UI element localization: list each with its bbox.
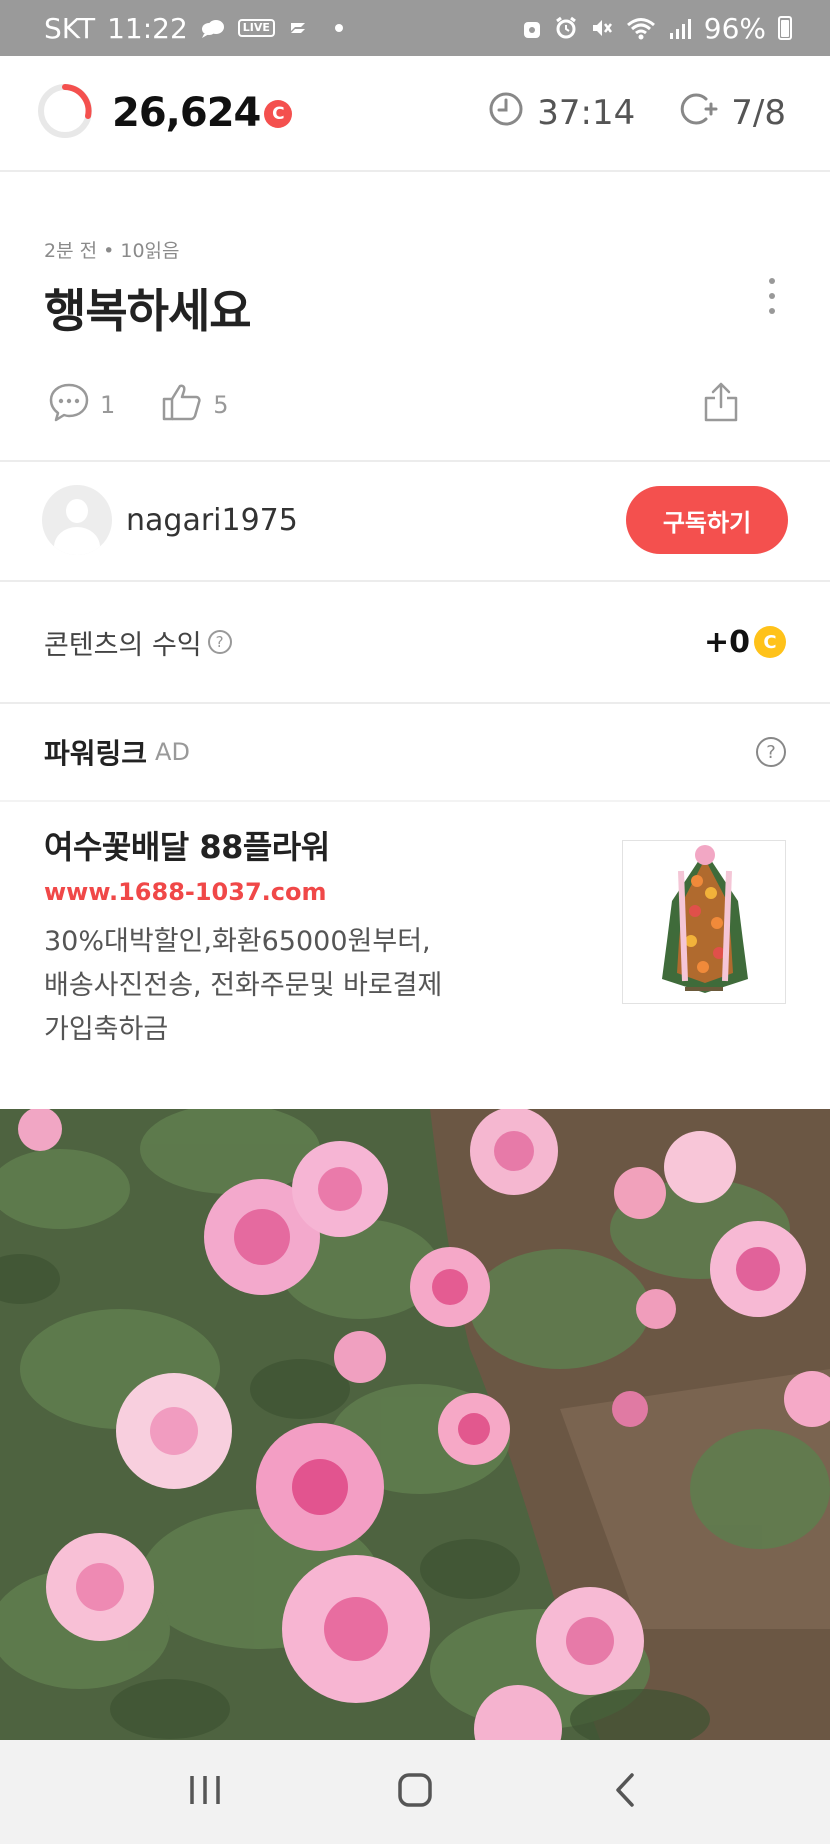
- progress-ring-icon: [36, 82, 94, 144]
- post-photo[interactable]: [0, 1109, 830, 1740]
- post-actions: 1 5: [48, 380, 786, 430]
- timer-item: 37:14: [487, 90, 635, 137]
- topbar-stats: 37:14 7/8: [487, 90, 786, 137]
- comment-count: 1: [100, 391, 116, 419]
- ad-item[interactable]: 여수꽃배달 88플라워 www.1688-1037.com 30%대박할인,화환…: [44, 822, 786, 1062]
- notification-dot: [334, 24, 343, 32]
- like-button[interactable]: 5: [161, 382, 229, 428]
- points-value: 26,624: [112, 90, 261, 136]
- author-name[interactable]: nagari1975: [126, 503, 298, 538]
- help-icon[interactable]: ?: [756, 737, 786, 767]
- divider: [0, 702, 830, 704]
- clock-icon: [487, 90, 525, 137]
- recent-apps-icon: [188, 1774, 222, 1810]
- avatar[interactable]: [42, 485, 112, 555]
- coin-plus-icon: [679, 90, 719, 137]
- mute-icon: [590, 16, 614, 40]
- earnings-value: +0: [703, 624, 750, 660]
- status-time: 11:22: [107, 11, 188, 45]
- powerlink-header: 파워링크 AD ?: [44, 730, 786, 774]
- recent-apps-button[interactable]: [165, 1762, 245, 1822]
- earnings-row: 콘텐츠의 수익 ? +0 C: [44, 620, 786, 664]
- home-button[interactable]: [375, 1762, 455, 1822]
- app-s-icon: [287, 19, 309, 37]
- battery-percent: 96%: [703, 11, 766, 45]
- share-button[interactable]: [702, 381, 740, 429]
- live-badge: LIVE: [237, 19, 275, 37]
- status-right: 96%: [522, 12, 792, 45]
- post-title: 행복하세요: [44, 284, 252, 338]
- points-bar: 26,624 C 37:14 7/8: [0, 56, 830, 172]
- ad-desc-line: 가입축하금: [44, 1014, 169, 1045]
- comment-button[interactable]: 1: [48, 382, 115, 428]
- battery-icon: [778, 16, 792, 40]
- signal-icon: [668, 17, 692, 39]
- system-nav-bar: [0, 1740, 830, 1844]
- divider: [0, 800, 830, 802]
- ad-thumbnail[interactable]: [622, 840, 786, 1004]
- points-group[interactable]: 26,624 C: [36, 82, 293, 144]
- home-icon: [397, 1772, 433, 1812]
- timer-text: 37:14: [537, 93, 636, 133]
- like-count: 5: [213, 391, 229, 419]
- back-button[interactable]: [585, 1762, 665, 1822]
- post-header: 2분 전 • 10읽음 행복하세요: [44, 236, 786, 341]
- subscribe-button[interactable]: 구독하기: [626, 486, 788, 554]
- comment-icon: [48, 382, 90, 428]
- wifi-icon: [626, 16, 656, 40]
- thumb-up-icon: [161, 382, 203, 428]
- earnings-label: 콘텐츠의 수익: [44, 629, 202, 661]
- status-bar: SKT 11:22 LIVE 96%: [0, 0, 830, 56]
- ad-desc-line: 배송사진전송, 전화주문및 바로결제: [44, 970, 443, 1001]
- alarm-icon: [554, 16, 578, 40]
- lock-app-icon: [522, 16, 542, 40]
- counter-text: 7/8: [731, 93, 786, 133]
- coin-icon: C: [264, 100, 293, 128]
- powerlink-title: 파워링크: [44, 737, 148, 770]
- post-meta: 2분 전 • 10읽음: [44, 240, 180, 262]
- carrier-label: SKT: [44, 11, 96, 45]
- earnings-value-group: +0 C: [704, 625, 786, 660]
- back-icon: [613, 1772, 637, 1812]
- divider: [0, 580, 830, 582]
- ad-description: 30%대박할인,화환65000원부터, 배송사진전송, 전화주문및 바로결제 가…: [44, 920, 514, 1052]
- more-vert-icon[interactable]: [766, 278, 778, 314]
- author-row: nagari1975 구독하기: [42, 484, 788, 556]
- share-icon: [702, 381, 740, 429]
- divider: [0, 460, 830, 462]
- ad-tag: AD: [155, 738, 190, 766]
- ad-desc-line: 30%대박할인,화환65000원부터,: [44, 926, 431, 957]
- counter-item: 7/8: [679, 90, 786, 137]
- status-left: SKT 11:22 LIVE: [44, 12, 343, 45]
- help-icon[interactable]: ?: [207, 630, 232, 654]
- cloud-icon: [200, 18, 226, 38]
- coin-icon: C: [754, 626, 786, 658]
